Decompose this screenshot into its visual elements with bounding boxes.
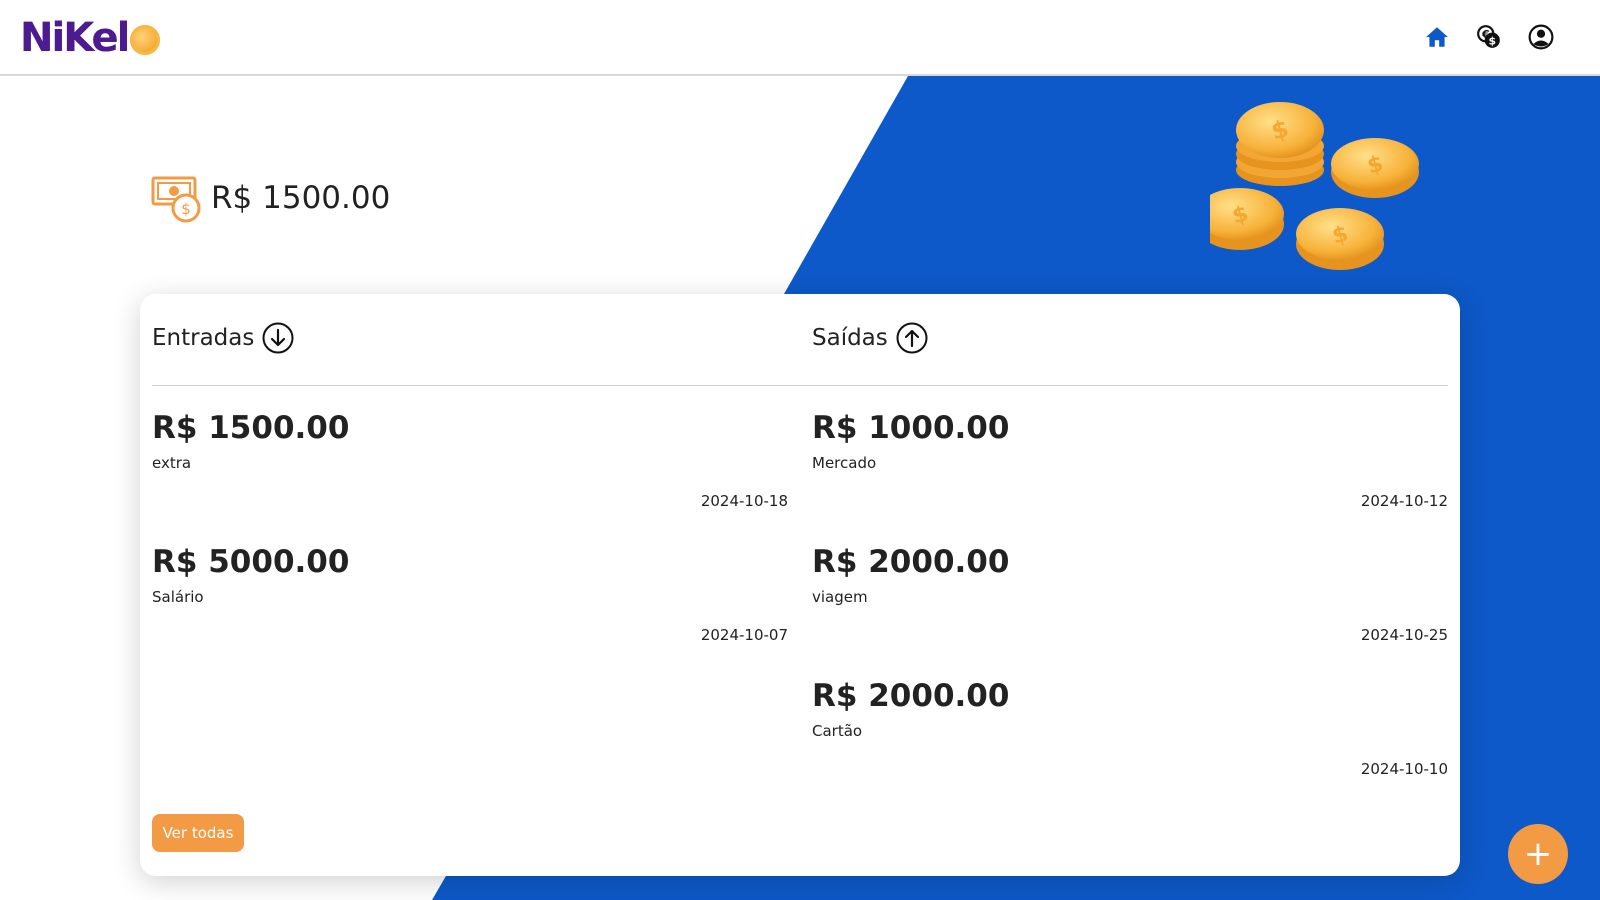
saida-amount: R$ 2000.00 (812, 678, 1010, 714)
entrada-description: Salário (152, 588, 204, 606)
balance-value: R$ 1500.00 (211, 180, 391, 216)
saida-date: 2024-10-12 (1360, 492, 1448, 510)
transactions-card: Entradas Saídas R$ 1500.00 extra 2024-10… (140, 294, 1460, 876)
entrada-date: 2024-10-07 (700, 626, 788, 644)
saida-description: Cartão (812, 722, 863, 740)
nav-icons: € $ (1424, 24, 1554, 50)
entrada-amount: R$ 5000.00 (152, 544, 350, 580)
logo-coin-icon (130, 25, 161, 55)
top-navbar: NiKel € $ (0, 0, 1600, 76)
see-all-button[interactable]: Ver todas (152, 814, 244, 852)
entradas-title: Entradas (152, 325, 255, 351)
entrada-description: extra (152, 454, 192, 472)
saida-item: R$ 2000.00 Cartão 2024-10-10 (812, 678, 1448, 778)
saida-item: R$ 2000.00 viagem 2024-10-25 (812, 544, 1448, 644)
arrow-up-circle-icon (896, 322, 928, 354)
money-icon: $ (151, 176, 201, 223)
saida-item: R$ 1000.00 Mercado 2024-10-12 (812, 410, 1448, 510)
account-icon[interactable] (1528, 24, 1554, 50)
balance-display: $ R$ 1500.00 (151, 172, 390, 224)
saidas-header: Saídas (812, 322, 928, 354)
entrada-item: R$ 5000.00 Salário 2024-10-07 (152, 544, 788, 644)
saida-date: 2024-10-10 (1360, 760, 1448, 778)
coins-illustration-icon: $ $ $ $ (1210, 102, 1419, 270)
entradas-header: Entradas (152, 322, 294, 354)
entrada-date: 2024-10-18 (700, 492, 788, 510)
nikel-logo[interactable]: NiKel (20, 14, 161, 62)
arrow-down-circle-icon (262, 322, 294, 354)
saidas-title: Saídas (812, 325, 888, 351)
saida-date: 2024-10-25 (1360, 626, 1448, 644)
transactions-icon[interactable]: € $ (1476, 24, 1502, 50)
saida-amount: R$ 2000.00 (812, 544, 1010, 580)
saida-description: Mercado (812, 454, 877, 472)
svg-text:$: $ (181, 200, 191, 218)
entrada-amount: R$ 1500.00 (152, 410, 350, 446)
saida-description: viagem (812, 588, 868, 606)
entrada-item: R$ 1500.00 extra 2024-10-18 (152, 410, 788, 510)
header-divider (152, 385, 1448, 386)
home-icon[interactable] (1424, 24, 1450, 50)
add-transaction-button[interactable]: + (1508, 824, 1568, 884)
saida-amount: R$ 1000.00 (812, 410, 1010, 446)
logo-text: NiKel (20, 15, 130, 61)
svg-text:$: $ (1488, 35, 1496, 48)
